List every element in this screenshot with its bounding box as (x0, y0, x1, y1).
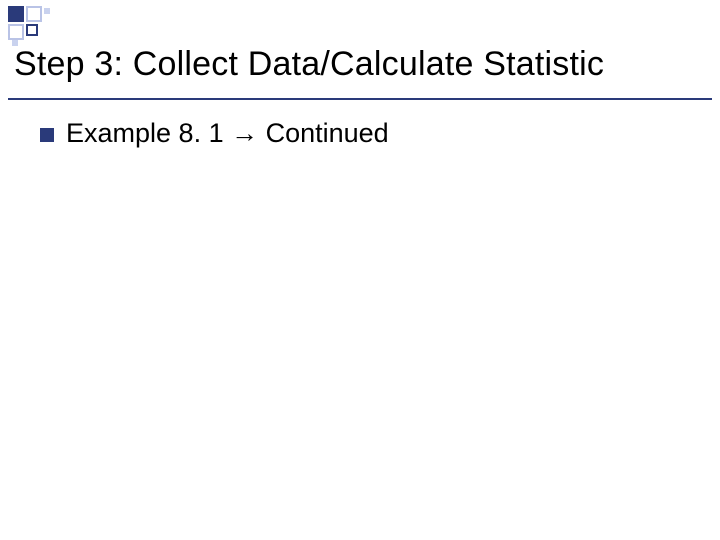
deco-square-icon (26, 6, 42, 22)
title-underline (8, 98, 712, 100)
bullet-text-suffix: Continued (258, 118, 389, 148)
deco-square-icon (8, 6, 24, 22)
arrow-right-icon: → (231, 118, 258, 148)
slide: Step 3: Collect Data/Calculate Statistic… (0, 0, 720, 540)
bullet-icon (40, 128, 54, 142)
bullet-text: Example 8. 1 → Continued (66, 118, 389, 149)
corner-decoration (8, 6, 50, 42)
deco-square-icon (26, 24, 38, 36)
deco-square-icon (8, 24, 24, 40)
list-item: Example 8. 1 → Continued (40, 118, 700, 149)
deco-square-icon (44, 8, 50, 14)
slide-title: Step 3: Collect Data/Calculate Statistic (14, 46, 712, 83)
slide-body: Example 8. 1 → Continued (40, 118, 700, 149)
bullet-text-prefix: Example 8. 1 (66, 118, 231, 148)
